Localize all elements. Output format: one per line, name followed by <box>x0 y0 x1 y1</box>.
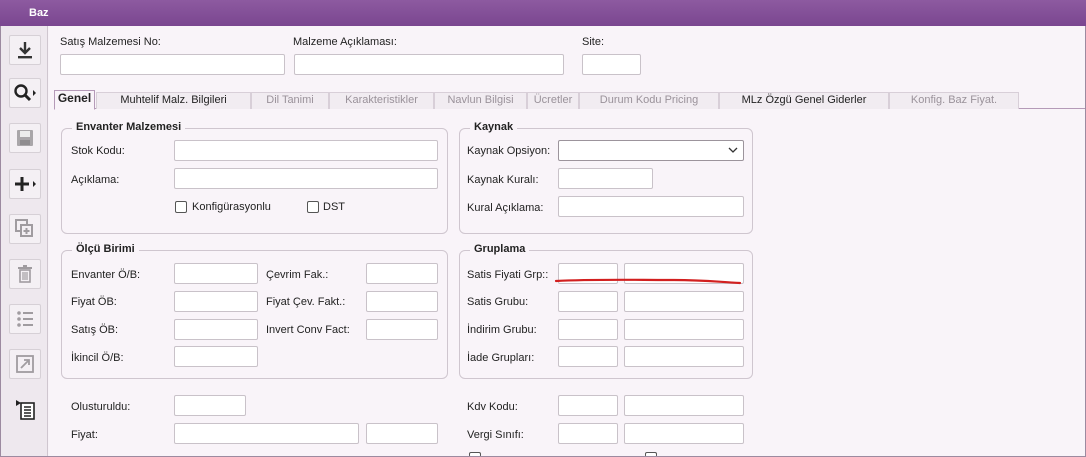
discount-group-code-input[interactable] <box>558 319 618 340</box>
left-toolbar <box>0 26 48 457</box>
tab-genel[interactable]: Genel <box>54 90 95 110</box>
tab-konfig[interactable]: Konfig. Baz Fiyat. <box>889 92 1019 109</box>
sales-unit-input[interactable] <box>174 319 258 340</box>
tab-durum-kodu[interactable]: Durum Kodu Pricing <box>579 92 719 109</box>
invert-conv-label: Invert Conv Fact: <box>266 324 350 336</box>
tab-muhtelif[interactable]: Muhtelif Malz. Bilgileri <box>96 92 251 109</box>
vat-desc-input[interactable] <box>624 395 744 416</box>
sales-group-code-input[interactable] <box>558 291 618 312</box>
sales-unit-label: Satış ÖB: <box>71 324 119 336</box>
sales-material-no-input[interactable] <box>60 54 285 75</box>
main-panel: Satış Malzemesi No: Malzeme Açıklaması: … <box>49 26 1085 457</box>
inventory-group-title: Envanter Malzemesi <box>72 121 186 133</box>
sales-group-label: Satis Grubu: <box>467 296 529 308</box>
window-title-bar: Baz <box>0 0 1086 26</box>
copy-button[interactable] <box>9 214 41 244</box>
invert-conv-input[interactable] <box>366 319 438 340</box>
site-label: Site: <box>582 36 605 48</box>
tax-class-desc-input[interactable] <box>624 423 744 444</box>
price-label: Fiyat: <box>71 429 98 441</box>
price-input[interactable] <box>174 423 359 444</box>
tab-mlz-ozgu[interactable]: MLz Özgü Genel Giderler <box>719 92 889 109</box>
vat-code-label: Kdv Kodu: <box>467 401 518 413</box>
secondary-unit-input[interactable] <box>174 346 258 367</box>
configured-checkbox[interactable] <box>175 201 187 213</box>
resize-icon <box>15 354 35 374</box>
delete-icon <box>15 264 35 284</box>
partial-checkbox-1[interactable] <box>469 452 481 457</box>
save-button[interactable] <box>9 123 41 153</box>
price-unit-label: Fiyat ÖB: <box>71 296 117 308</box>
description-label: Açıklama: <box>71 174 120 186</box>
return-group-desc-input[interactable] <box>624 346 744 367</box>
price-conversion-input[interactable] <box>366 291 438 312</box>
add-icon <box>13 174 37 194</box>
created-label: Olusturuldu: <box>71 401 131 413</box>
created-input[interactable] <box>174 395 246 416</box>
price-group-label: Satis Fiyati Grp:: <box>467 269 549 281</box>
conversion-factor-label: Çevrim Fak.: <box>266 269 329 281</box>
tab-ucretler[interactable]: Ücretler <box>527 92 579 109</box>
return-group-code-input[interactable] <box>558 346 618 367</box>
description-input[interactable] <box>174 168 438 189</box>
sales-group-desc-input[interactable] <box>624 291 744 312</box>
resize-button[interactable] <box>9 349 41 379</box>
chevron-down-icon <box>728 145 738 158</box>
conversion-factor-input[interactable] <box>366 263 438 284</box>
download-icon <box>15 40 35 60</box>
site-input[interactable] <box>582 54 641 75</box>
delete-button[interactable] <box>9 259 41 289</box>
download-button[interactable] <box>9 35 41 65</box>
price-currency-input[interactable] <box>366 423 438 444</box>
units-group-title: Ölçü Birimi <box>72 243 139 255</box>
copy-icon <box>14 218 36 240</box>
tax-class-label: Vergi Sınıfı: <box>467 429 524 441</box>
search-icon <box>13 83 37 103</box>
report-icon <box>14 398 36 420</box>
tab-karakteristikler[interactable]: Karakteristikler <box>329 92 434 109</box>
inventory-unit-input[interactable] <box>174 263 258 284</box>
price-unit-input[interactable] <box>174 291 258 312</box>
tab-navlun[interactable]: Navlun Bilgisi <box>434 92 527 109</box>
list-icon <box>15 309 35 329</box>
add-button[interactable] <box>9 169 41 199</box>
configured-label: Konfigürasyonlu <box>192 201 271 213</box>
inventory-unit-label: Envanter Ö/B: <box>71 269 141 281</box>
dst-checkbox[interactable] <box>307 201 319 213</box>
list-button[interactable] <box>9 304 41 334</box>
stock-code-label: Stok Kodu: <box>71 145 125 157</box>
tab-dil-tanimi[interactable]: Dil Tanimi <box>251 92 329 109</box>
secondary-unit-label: İkincil Ö/B: <box>71 352 124 364</box>
tab-bar: Genel Muhtelif Malz. Bilgileri Dil Tanim… <box>54 90 1085 110</box>
source-option-label: Kaynak Opsiyon: <box>467 145 551 157</box>
sales-material-no-label: Satış Malzemesi No: <box>60 36 161 48</box>
price-conversion-label: Fiyat Çev. Fakt.: <box>266 296 346 308</box>
grouping-group-title: Gruplama <box>470 243 530 255</box>
dst-label: DST <box>323 201 345 213</box>
window-title: Baz <box>29 7 49 19</box>
material-desc-label: Malzeme Açıklaması: <box>293 36 397 48</box>
source-rule-label: Kaynak Kuralı: <box>467 174 539 186</box>
source-rule-input[interactable] <box>558 168 653 189</box>
rule-desc-input[interactable] <box>558 196 744 217</box>
vat-code-input[interactable] <box>558 395 618 416</box>
material-desc-input[interactable] <box>294 54 564 75</box>
search-button[interactable] <box>9 78 41 108</box>
partial-checkbox-2[interactable] <box>645 452 657 457</box>
source-group-title: Kaynak <box>470 121 518 133</box>
tax-class-code-input[interactable] <box>558 423 618 444</box>
return-group-label: İade Grupları: <box>467 352 535 364</box>
red-annotation-stroke <box>554 278 742 285</box>
discount-group-desc-input[interactable] <box>624 319 744 340</box>
discount-group-label: İndirim Grubu: <box>467 324 537 336</box>
source-option-select[interactable] <box>558 140 744 161</box>
report-button[interactable] <box>9 394 41 424</box>
rule-desc-label: Kural Açıklama: <box>467 202 544 214</box>
stock-code-input[interactable] <box>174 140 438 161</box>
save-icon <box>15 128 35 148</box>
